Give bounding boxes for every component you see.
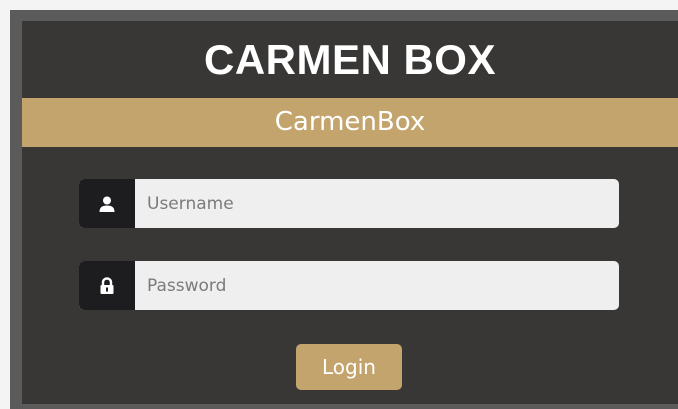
subtitle-bar: CarmenBox	[22, 98, 678, 147]
password-input[interactable]	[135, 261, 605, 310]
username-field	[79, 179, 619, 228]
user-icon	[79, 179, 135, 228]
lock-icon	[79, 261, 135, 310]
brand-title: CARMEN BOX	[203, 36, 496, 83]
subtitle-text: CarmenBox	[274, 107, 426, 137]
password-field	[79, 261, 619, 310]
login-button[interactable]: Login	[296, 344, 402, 390]
login-panel: CARMEN BOX CarmenBox Lo	[22, 21, 678, 404]
login-window-frame: CARMEN BOX CarmenBox Lo	[10, 10, 678, 409]
username-input[interactable]	[135, 179, 605, 228]
